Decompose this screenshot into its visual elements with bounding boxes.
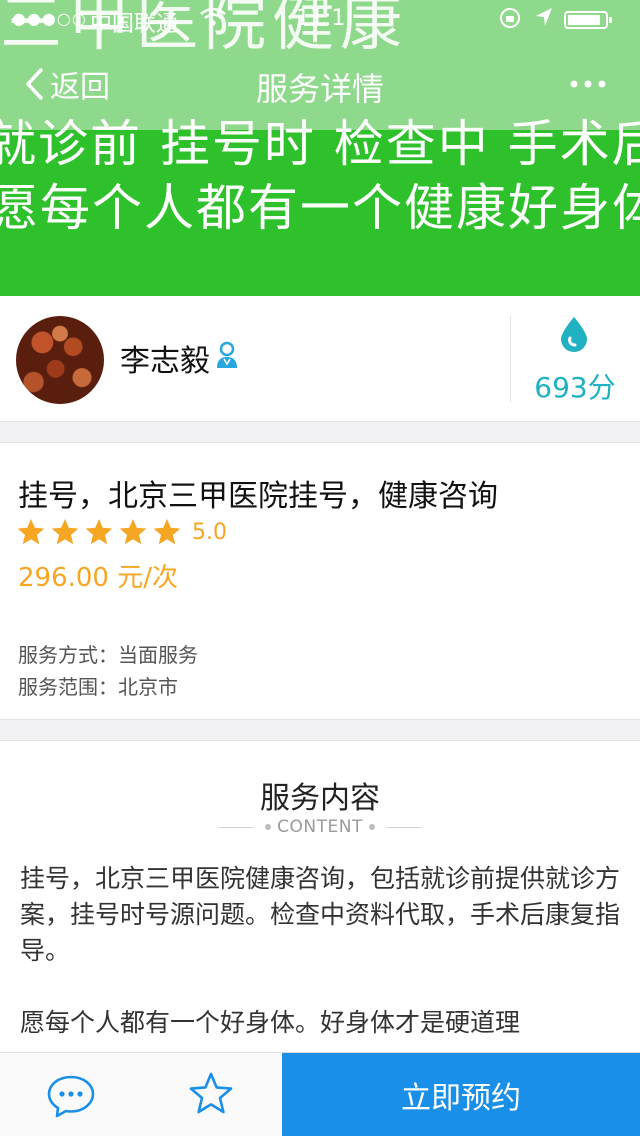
rating-row: 5.0: [16, 517, 227, 547]
service-title: 挂号，北京三甲医院挂号，健康咨询: [18, 479, 498, 514]
service-content-card: 服务内容 CONTENT 挂号，北京三甲医院健康咨询，包括就诊前提供就诊方案，挂…: [0, 740, 640, 1060]
section-heading: 服务内容: [260, 781, 380, 816]
status-time: 11:1: [296, 6, 346, 31]
service-range: 服务范围：北京市: [18, 675, 178, 699]
score-value: 693分: [534, 371, 616, 404]
verified-doctor-icon: [217, 341, 237, 368]
hero-text-line-3: 愿每个人都有一个健康好身体: [0, 179, 640, 237]
service-price: 296.00 元/次: [18, 563, 178, 593]
rating-star-icon: [119, 519, 147, 545]
book-now-button[interactable]: 立即预约: [282, 1053, 640, 1136]
content-body: 挂号，北京三甲医院健康咨询，包括就诊前提供就诊方案，挂号时号源问题。检查中资料代…: [20, 861, 624, 1041]
nav-bar: 返回 服务详情: [0, 40, 640, 128]
battery-icon: [564, 11, 612, 29]
service-method: 服务方式：当面服务: [18, 643, 198, 667]
drop-icon: [561, 317, 587, 352]
back-button[interactable]: 返回: [24, 62, 110, 106]
chevron-left-icon: [26, 68, 43, 100]
provider-profile[interactable]: 李志毅 693分: [0, 296, 640, 422]
carrier-name: 中国联通: [90, 12, 179, 37]
rating-star-icon: [17, 519, 45, 545]
service-info-card: 挂号，北京三甲医院挂号，健康咨询 5.0 296.00 元/次 服务方式：当面服…: [0, 442, 640, 720]
wifi-icon: [200, 6, 226, 34]
signal-strength: ●●●○○: [12, 9, 87, 28]
more-button[interactable]: [568, 70, 608, 98]
chat-bubble-icon: [47, 1075, 95, 1118]
location-arrow-icon: [534, 6, 554, 34]
rating-value: 5.0: [192, 519, 227, 545]
favorite-button[interactable]: [188, 1071, 234, 1117]
rating-star-icon: [85, 519, 113, 545]
star-outline-icon: [189, 1072, 233, 1114]
status-bar: ●●●○○ 中国联通 11:1: [0, 0, 640, 40]
more-dots-icon: [570, 80, 606, 88]
bottom-action-bar: 立即预约: [0, 1052, 640, 1136]
section-subheading: CONTENT: [0, 817, 640, 837]
back-label: 返回: [50, 70, 110, 105]
chat-button[interactable]: [46, 1073, 96, 1119]
rotation-lock-icon: [498, 6, 522, 36]
provider-name: 李志毅: [120, 344, 210, 379]
section-subheading-text: CONTENT: [277, 817, 363, 837]
avatar[interactable]: [16, 316, 104, 404]
rating-stars: [16, 517, 186, 547]
rating-star-icon: [51, 519, 79, 545]
rating-star-icon: [153, 519, 181, 545]
content-paragraph-2: 愿每个人都有一个好身体。好身体才是硬道理: [20, 1008, 521, 1037]
content-paragraph-1: 挂号，北京三甲医院健康咨询，包括就诊前提供就诊方案，挂号时号源问题。检查中资料代…: [20, 864, 621, 965]
hero-banner: 三甲医院健康 就诊前 挂号时 检查中 手术后 愿每个人都有一个健康好身体 ●●●…: [0, 0, 640, 296]
